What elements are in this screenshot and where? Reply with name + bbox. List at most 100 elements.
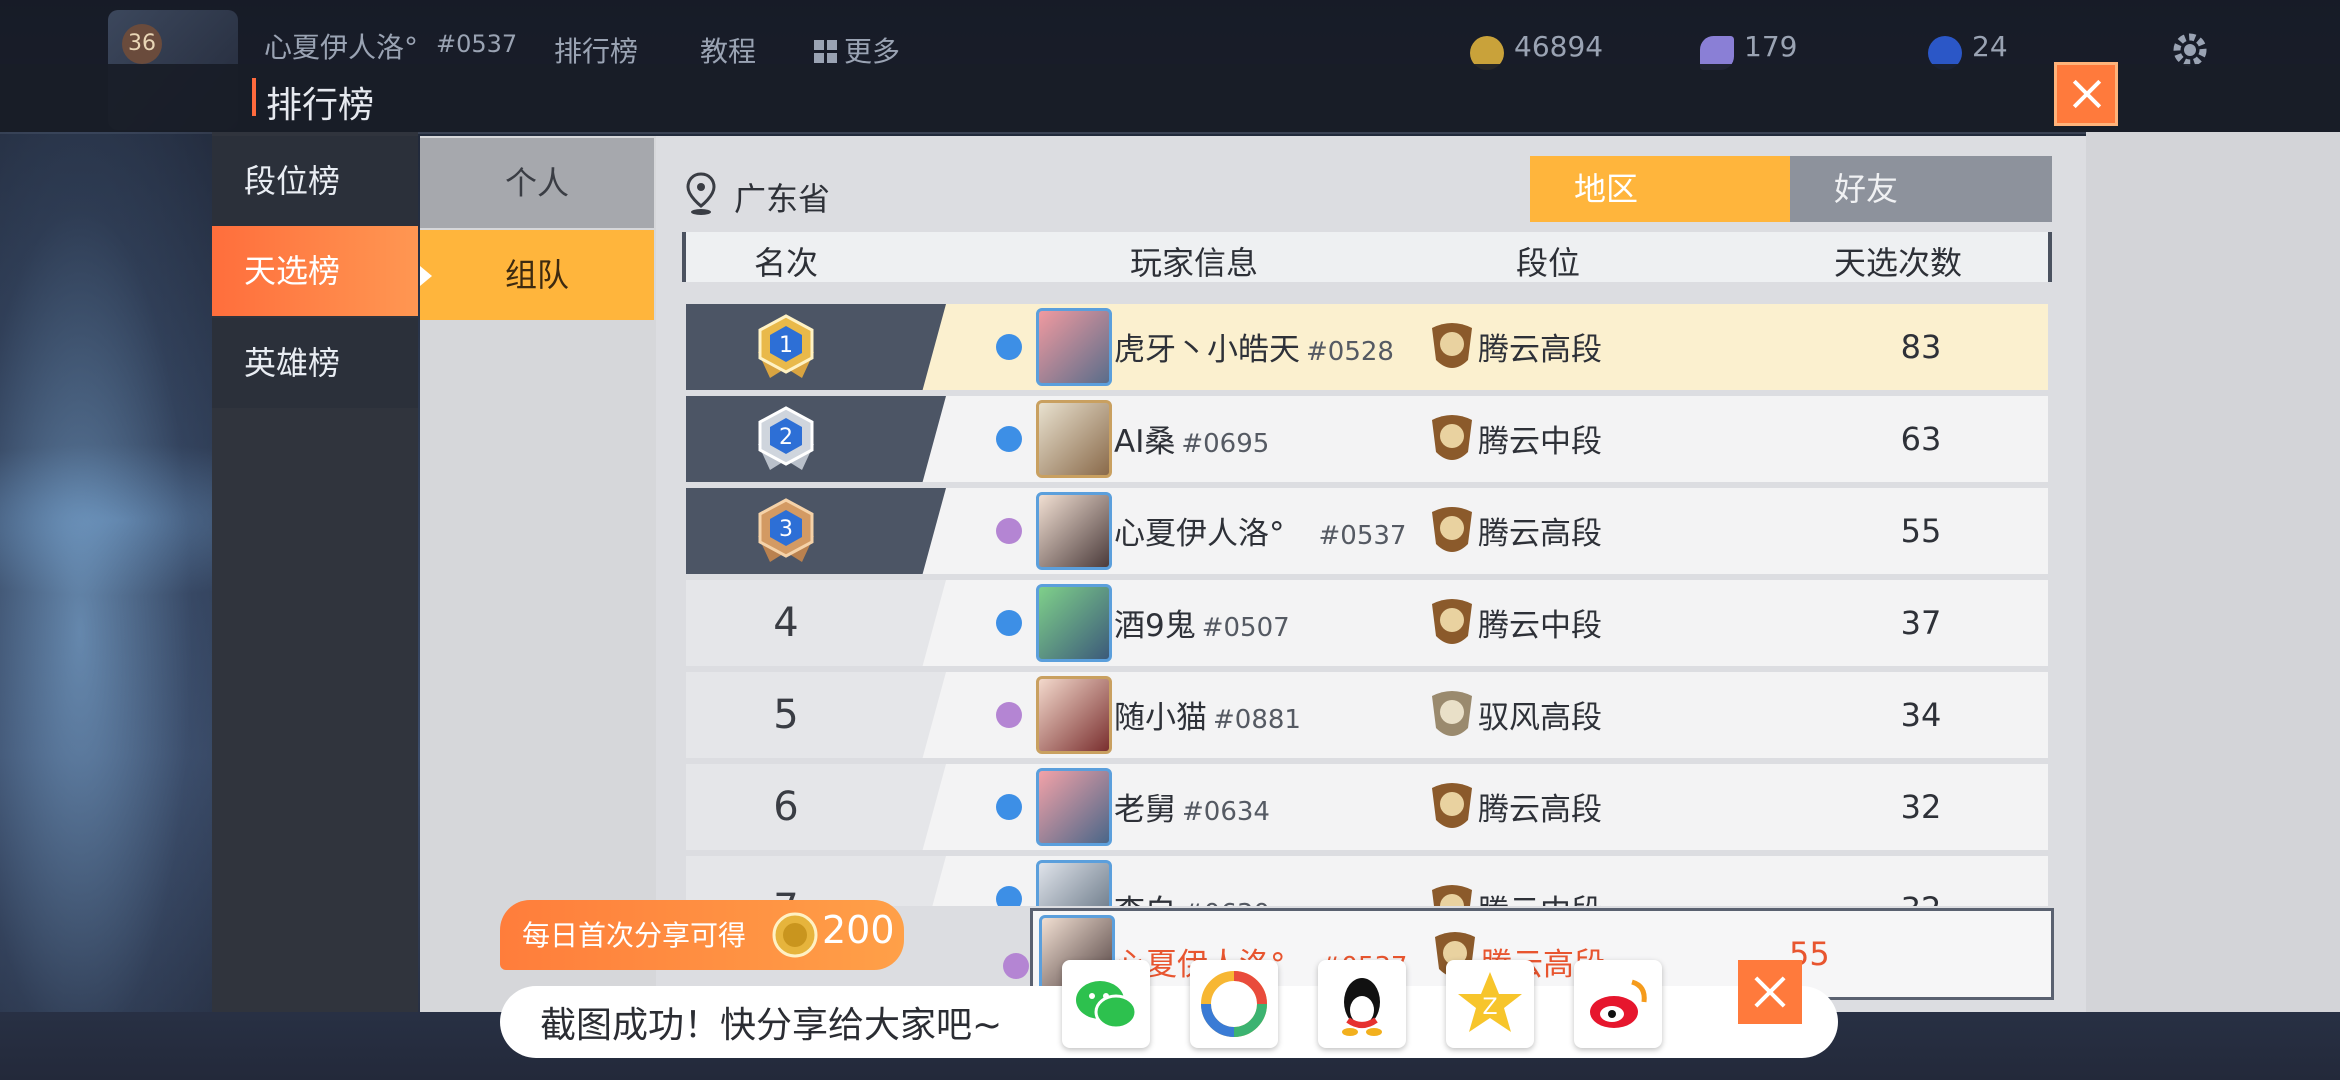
tier-emblem-icon [1426,320,1478,374]
player-tag: #0881 [1213,705,1301,735]
rank-number: 5 [773,692,799,738]
share-moments-button[interactable] [1190,960,1278,1048]
category-chosen-rank[interactable]: 天选榜 [212,226,418,316]
male-icon [996,886,1022,906]
subtab-team[interactable]: 组队 [420,230,654,320]
avatar[interactable] [1036,860,1112,906]
share-tip-text: 每日首次分享可得 [522,919,747,952]
level-badge: 36 [122,24,162,64]
medal-number: 1 [779,333,793,358]
weibo-icon [1590,979,1647,1028]
player-name: 随小猫 [1114,700,1207,736]
tab-friends[interactable]: 好友 [1790,156,2052,222]
share-message: 截图成功！快分享给大家吧~ [540,1005,1003,1046]
player-tag: #0695 [1181,429,1270,459]
male-icon [996,610,1022,636]
hidden-gender-icon [1003,953,1029,979]
player-info: 李白 #0630 [1114,886,1270,906]
qzone-icon: Z [1458,972,1522,1032]
table-row[interactable]: 4 酒9鬼 #0507 腾云中段 37 [686,580,2048,666]
table-row[interactable]: 6 老舅 #0634 腾云高段 32 [686,764,2048,850]
gold-medal-icon: 1 [750,312,822,384]
table-row[interactable]: 3 心夏伊人洛° #0537 腾云高段 55 [686,488,2048,574]
player-name: 心夏伊人洛° [1114,516,1285,552]
avatar[interactable] [1036,676,1112,754]
col-player-info: 玩家信息 [1130,244,1259,282]
tier-emblem-icon [1426,504,1478,558]
player-tag: #0537 [436,30,518,58]
player-tag: #0507 [1201,613,1290,643]
medal-number: 3 [779,517,793,542]
share-close-button[interactable] [1738,960,1802,1024]
selection-arrow-icon [420,266,432,286]
tier-emblem-icon [1426,688,1478,742]
tier-emblem-icon [1426,412,1478,466]
table-row[interactable]: 1 虎牙丶小皓天 #0528 腾云高段 83 [686,304,2048,390]
category-tier-rank[interactable]: 段位榜 [212,136,418,226]
medal-number: 2 [779,425,793,450]
avatar[interactable] [1036,308,1112,386]
rank-number: 6 [773,784,799,830]
player-name: AI桑 [1114,424,1176,460]
tier-label: 腾云中段 [1478,424,1602,460]
chosen-count: 32 [1786,866,2048,906]
tab-region[interactable]: 地区 [1530,156,1790,222]
coin-icon [772,912,818,958]
chosen-count: 32 [1900,788,1942,826]
share-reward-amount: 200 [822,908,895,952]
avatar[interactable] [1036,768,1112,846]
col-chosen-count: 天选次数 [1834,244,1963,282]
avatar[interactable] [1036,492,1112,570]
male-icon [996,794,1022,820]
location-pin-icon [686,172,716,216]
share-weibo-button[interactable] [1574,960,1662,1048]
share-qzone-button[interactable]: Z [1446,960,1534,1048]
table-row[interactable]: 7 李白#0630 腾云中段 32 [686,856,2048,906]
player-name: 虎牙丶小皓天 [1114,332,1300,368]
tier-emblem-icon [1426,780,1478,834]
player-tag: #0528 [1306,337,1394,367]
male-icon [996,426,1022,452]
close-button[interactable] [2054,62,2118,126]
player-tag: #0537 [1318,521,1407,551]
table-row[interactable]: 5 随小猫 #0881 驭风高段 34 [686,672,2048,758]
gold-amount: 46894 [1514,30,1604,63]
grid-icon [814,40,838,64]
chosen-count: 55 [1900,512,1942,550]
player-info: 老舅 #0634 [1114,784,1270,829]
category-hero-rank[interactable]: 英雄榜 [212,318,418,408]
player-tag: #0634 [1182,797,1270,827]
location-label[interactable]: 广东省 [734,174,830,220]
title-accent-bar [252,78,256,116]
table-row[interactable]: 2 AI桑 #0695 腾云中段 63 [686,396,2048,482]
moments-icon [1201,971,1267,1037]
tier-label: 腾云高段 [1478,516,1602,552]
hidden-gender-icon [996,702,1022,728]
tier-emblem-icon [1426,596,1478,650]
player-name: 酒9鬼 [1114,608,1196,644]
silver-medal-icon: 2 [750,404,822,476]
tier-label: 腾云高段 [1478,792,1602,828]
player-name: 李白 [1114,894,1176,906]
bronze-medal-icon: 3 [750,496,822,568]
share-wechat-button[interactable] [1062,960,1150,1048]
tier-label: 腾云高段 [1478,332,1602,368]
qq-icon [1342,978,1382,1036]
gem-amount: 24 [1972,30,2008,63]
rank-number: 4 [773,600,799,646]
avatar[interactable] [1036,400,1112,478]
share-qq-button[interactable] [1318,960,1406,1048]
wechat-icon [1076,981,1138,1030]
character-art [0,132,212,1012]
col-rank: 名次 [754,244,819,282]
subtab-solo[interactable]: 个人 [420,138,654,228]
hidden-gender-icon [996,518,1022,544]
player-info: 虎牙丶小皓天 #0528 [1114,324,1394,369]
player-name: 老舅 [1114,792,1176,828]
player-info: AI桑 #0695 [1114,416,1269,461]
player-name: 心夏伊人洛° [264,31,419,64]
tier-label: 腾云中段 [1478,608,1602,644]
avatar[interactable] [1036,584,1112,662]
chosen-count: 34 [1900,696,1942,734]
player-info: 心夏伊人洛° #0537 [1114,508,1406,553]
